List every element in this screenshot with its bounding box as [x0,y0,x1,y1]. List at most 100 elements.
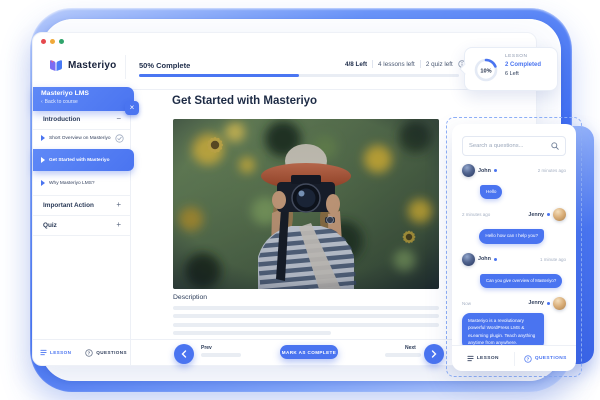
sidebar-divider [33,215,131,216]
chevron-left-icon [181,350,187,358]
stat-quiz-left: 2 quiz left [425,60,453,68]
play-icon [41,135,45,141]
skeleton-line [173,306,439,310]
chat-footer-tabs: LESSON ? QUESTIONS [452,345,576,371]
prev-label: Prev [201,345,212,351]
next-lesson-button[interactable] [424,344,444,364]
chat-message: Now Jenny Masteriyo is a revolutionary p… [462,296,566,345]
logo-text: Masteriyo [68,60,117,71]
close-window-icon[interactable] [41,39,46,44]
avatar-john [462,252,475,266]
masteriyo-logo: Masteriyo [49,59,117,72]
tooltip-completed: 2 Completed [505,62,542,68]
tab-questions[interactable]: ? QUESTIONS [515,354,577,363]
svg-text:?: ? [88,350,91,355]
chat-bubble: Can you give overview of Masteriyo? [480,273,563,288]
close-sidebar-button[interactable]: × [125,101,139,115]
sidebar-footer-tabs: LESSON ? QUESTIONS [33,340,131,365]
stat-lessons-left: 4 lessons left [378,60,415,68]
expand-icon[interactable]: + [116,201,121,209]
chat-message: John 1 minute ago Can you give overview … [462,252,566,288]
mark-as-complete-button[interactable]: MARK AS COMPLETE [280,345,338,359]
online-dot-icon [493,169,497,172]
sender-name: Jenny [528,300,544,307]
course-title-card: Masteriyo LMS ‹ Back to course [33,87,134,111]
section-introduction[interactable]: Introduction − [33,113,131,125]
progress-tooltip: 10% LESSON 2 Completed 6 Left [464,47,558,91]
skeleton-line [173,314,439,318]
stat-separator [419,60,421,68]
sender-name: John [478,256,491,263]
list-icon [40,349,47,356]
tooltip-remaining: 6 Left [505,71,519,77]
tab-lesson[interactable]: LESSON [33,349,78,356]
lesson-title: Get Started with Masteriyo [172,95,318,107]
section-important-action[interactable]: Important Action + [33,197,131,213]
play-icon [41,180,45,186]
tab-lesson[interactable]: LESSON [452,355,514,362]
online-dot-icon [547,301,550,305]
check-circle-icon [114,133,124,143]
avatar-jenny [553,296,566,310]
maximize-window-icon[interactable] [59,39,64,44]
search-input[interactable] [469,143,547,149]
tooltip-title: LESSON [505,54,528,59]
header-divider [125,55,126,79]
back-to-course-link[interactable]: ‹ Back to course [41,99,126,105]
online-dot-icon [547,213,550,217]
chevron-right-icon [431,350,437,358]
next-label: Next [405,345,416,351]
tab-questions[interactable]: ? QUESTIONS [78,348,134,357]
lesson-item-why-masteriyo[interactable]: Why Masteriyo LMS? [33,176,131,190]
lesson-item-get-started-active[interactable]: Get Started with Masteriyo [33,149,134,171]
timestamp: Now [462,300,472,306]
window-controls [41,39,64,44]
course-progress-fill [139,74,299,77]
svg-text:?: ? [526,356,529,361]
chevron-left-icon: ‹ [41,99,43,105]
sidebar-divider [33,195,131,196]
skeleton-line [173,331,331,335]
description-label: Description [173,294,207,301]
expand-icon[interactable]: + [116,221,121,229]
skeleton-line [385,353,421,357]
search-icon [551,142,559,150]
chat-bubble: Hello how can I help you? [479,229,544,244]
questions-panel: John 2 minutes ago Hello 2 minutes ago J… [452,124,576,371]
course-progress-label: 50% Complete [139,61,191,70]
online-dot-icon [493,257,497,261]
question-icon: ? [524,354,532,363]
stat-separator [372,60,374,68]
section-quiz[interactable]: Quiz + [33,217,131,233]
sender-name: Jenny [528,211,544,218]
avatar-jenny [553,208,566,222]
sender-name: John [478,167,491,174]
chat-message: 2 minutes ago Jenny Hello how can I help… [462,208,566,244]
lesson-image [173,119,439,289]
course-title: Masteriyo LMS [41,90,89,97]
timestamp: 2 minutes ago [537,168,566,173]
progress-ring: 10% [473,57,499,88]
chat-message: John 2 minutes ago Hello [462,164,566,200]
chat-bubble: Masteriyo is a revolutionary powerful Wo… [462,312,544,345]
timestamp: 2 minutes ago [462,212,491,218]
message-list: John 2 minutes ago Hello 2 minutes ago J… [452,156,576,345]
masteriyo-logo-icon [50,60,62,71]
skeleton-line [173,323,439,327]
lesson-item-short-overview[interactable]: Short Overview on Masteriyo [33,131,131,145]
minimize-window-icon[interactable] [50,39,55,44]
question-icon: ? [85,348,93,357]
course-stats: 4/8 Left 4 lessons left 2 quiz left [345,60,466,68]
question-search[interactable] [462,136,566,156]
svg-text:10%: 10% [480,68,491,74]
skeleton-line [201,353,241,357]
sidebar-divider [33,235,131,236]
course-progress-bar [139,74,459,77]
sidebar-divider [33,129,131,130]
prev-lesson-button[interactable] [174,344,194,364]
play-icon [41,157,45,163]
timestamp: 1 minute ago [539,256,566,262]
chat-bubble: Hello [480,185,503,200]
screenshot-canvas: Masteriyo 50% Complete 4/8 Left 4 lesson… [0,0,600,400]
collapse-icon[interactable]: − [116,115,121,123]
